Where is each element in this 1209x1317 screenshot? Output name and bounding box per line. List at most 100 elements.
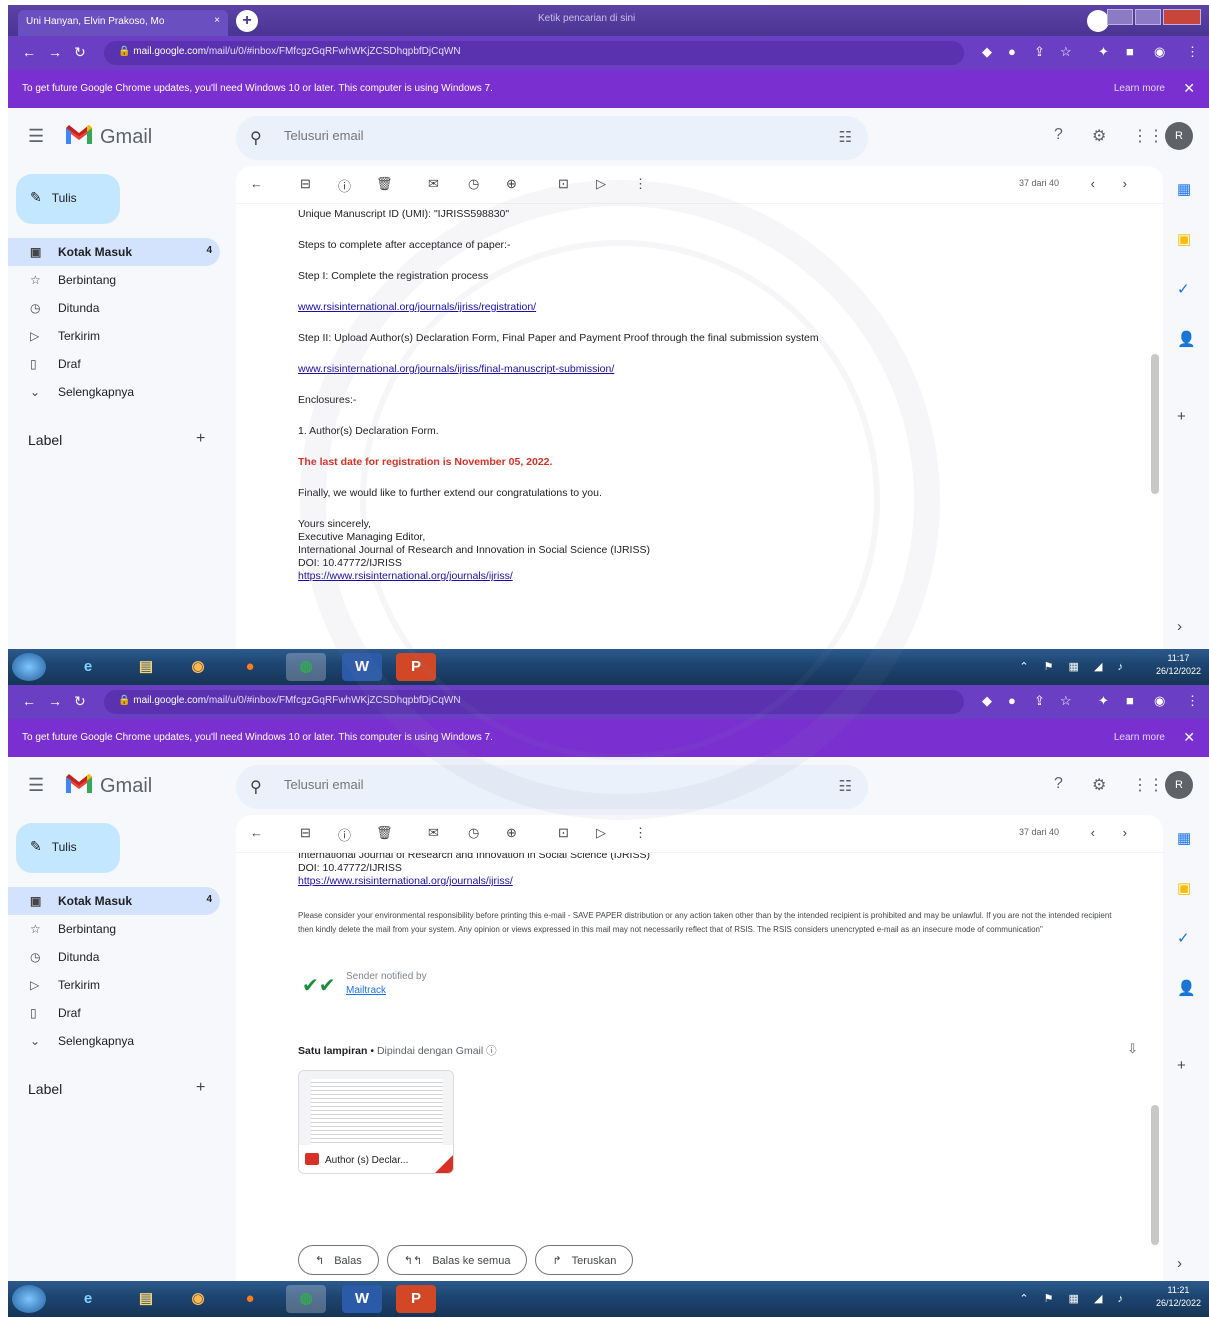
chrome-icon[interactable]: ◍: [286, 653, 326, 681]
learn-more-link[interactable]: Learn more: [1114, 83, 1165, 94]
ie-icon[interactable]: e: [68, 653, 108, 681]
forward-icon[interactable]: →: [48, 693, 62, 709]
infobar-close-icon[interactable]: ✕: [1183, 729, 1195, 746]
mark-unread-icon[interactable]: ✉: [428, 176, 439, 192]
search-input[interactable]: [284, 128, 784, 143]
reply-button[interactable]: ↰ Balas: [298, 1245, 379, 1275]
chrome-icon[interactable]: ◍: [286, 1285, 326, 1313]
extension-icon[interactable]: ●: [1008, 44, 1016, 59]
explorer-icon[interactable]: ▤: [126, 653, 166, 681]
journal-link[interactable]: https://www.rsisinternational.org/journa…: [298, 875, 513, 887]
archive-icon[interactable]: ⊟: [300, 176, 311, 192]
sidebar-item-drafts[interactable]: ▯ Draf: [8, 350, 220, 378]
bookmark-star-icon[interactable]: ☆: [1060, 44, 1072, 60]
profile-icon[interactable]: [1087, 10, 1109, 32]
compose-button[interactable]: ✎ Tulis: [16, 174, 120, 224]
add-task-icon[interactable]: ⊕: [506, 825, 517, 841]
back-icon[interactable]: ←: [22, 44, 36, 60]
start-orb-icon[interactable]: [12, 1285, 46, 1313]
extension-icon[interactable]: ◆: [982, 44, 992, 60]
sidebar-item-inbox[interactable]: ▣ Kotak Masuk 4: [8, 238, 220, 266]
chrome-menu-icon[interactable]: ⋮: [1186, 693, 1199, 709]
add-task-icon[interactable]: ⊕: [506, 176, 517, 192]
older-icon[interactable]: ‹: [1091, 176, 1095, 191]
mailtrack-link[interactable]: Mailtrack: [346, 985, 386, 996]
main-menu-icon[interactable]: ☰: [28, 775, 44, 796]
share-icon[interactable]: ⇪: [1034, 44, 1045, 60]
snooze-icon[interactable]: ◷: [468, 176, 479, 192]
account-avatar[interactable]: R: [1165, 122, 1193, 150]
label-icon[interactable]: ▷: [596, 176, 606, 192]
search-options-icon[interactable]: ☷: [839, 777, 852, 795]
calendar-icon[interactable]: ▦: [1177, 829, 1191, 847]
help-icon[interactable]: ?: [1054, 775, 1063, 793]
scrollbar-thumb[interactable]: [1151, 354, 1159, 494]
chrome-menu-icon[interactable]: ⋮: [1186, 44, 1199, 60]
attachment-card[interactable]: Author (s) Declar...: [298, 1070, 454, 1174]
reload-icon[interactable]: ↻: [74, 693, 86, 710]
back-to-inbox-icon[interactable]: ←: [250, 176, 263, 191]
ie-icon[interactable]: e: [68, 1285, 108, 1313]
delete-icon[interactable]: 🗑: [376, 176, 393, 192]
system-tray-icons[interactable]: ⌃ ⚑ ▦ ◢ ♪: [1019, 660, 1129, 673]
explorer-icon[interactable]: ▤: [126, 1285, 166, 1313]
contacts-icon[interactable]: 👤: [1177, 330, 1196, 348]
compose-button[interactable]: ✎ Tulis: [16, 823, 120, 873]
tasks-icon[interactable]: ✓: [1177, 280, 1190, 298]
gmail-logo-icon[interactable]: [64, 771, 94, 795]
word-icon[interactable]: W: [342, 1285, 382, 1313]
sidebar-item-more[interactable]: ⌄ Selengkapnya: [8, 1027, 220, 1055]
search-options-icon[interactable]: ☷: [839, 128, 852, 146]
powerpoint-icon[interactable]: P: [396, 653, 436, 681]
browser-tab[interactable]: Uni Hanyan, Elvin Prakoso, Mo ×: [18, 10, 228, 36]
profile-avatar-icon[interactable]: ◉: [1154, 693, 1165, 709]
extension-icon[interactable]: ●: [1008, 693, 1016, 708]
profile-avatar-icon[interactable]: ◉: [1154, 44, 1165, 60]
newer-icon[interactable]: ›: [1123, 825, 1127, 840]
sidebar-item-sent[interactable]: ▷ Terkirim: [8, 322, 220, 350]
reload-icon[interactable]: ↻: [74, 44, 86, 61]
more-options-icon[interactable]: ⋮: [634, 825, 647, 841]
back-to-inbox-icon[interactable]: ←: [250, 825, 263, 840]
taskbar-clock[interactable]: 11:17 26/12/2022: [1156, 652, 1201, 678]
media-icon[interactable]: ◉: [178, 1285, 218, 1313]
settings-gear-icon[interactable]: ⚙: [1092, 775, 1106, 795]
mark-unread-icon[interactable]: ✉: [428, 825, 439, 841]
minimize-button[interactable]: [1107, 9, 1133, 25]
sidebar-item-sent[interactable]: ▷ Terkirim: [8, 971, 220, 999]
tasks-icon[interactable]: ✓: [1177, 929, 1190, 947]
calendar-icon[interactable]: ▦: [1177, 180, 1191, 198]
gmail-logo-icon[interactable]: [64, 122, 94, 146]
sidebar-item-starred[interactable]: ☆ Berbintang: [8, 915, 220, 943]
final-submission-link[interactable]: www.rsisinternational.org/journals/ijris…: [298, 363, 614, 375]
sidebar-item-drafts[interactable]: ▯ Draf: [8, 999, 220, 1027]
start-orb-icon[interactable]: [12, 653, 46, 681]
search-icon[interactable]: ⚲: [250, 777, 262, 797]
window-close-button[interactable]: [1163, 9, 1201, 25]
address-bar[interactable]: 🔒 mail.google.com/mail/u/0/#inbox/FMfcgz…: [104, 41, 964, 65]
add-label-icon[interactable]: +: [196, 430, 205, 448]
extensions-puzzle-icon[interactable]: ✦: [1098, 44, 1109, 60]
maximize-button[interactable]: [1135, 9, 1161, 25]
delete-icon[interactable]: 🗑: [376, 825, 393, 841]
get-addons-icon[interactable]: +: [1177, 408, 1186, 425]
journal-link[interactable]: https://www.rsisinternational.org/journa…: [298, 570, 513, 582]
add-label-icon[interactable]: +: [196, 1079, 205, 1097]
address-bar[interactable]: 🔒 mail.google.com/mail/u/0/#inbox/FMfcgz…: [104, 690, 964, 714]
sidepanel-icon[interactable]: ■: [1126, 44, 1134, 59]
contacts-icon[interactable]: 👤: [1177, 979, 1196, 997]
search-icon[interactable]: ⚲: [250, 128, 262, 148]
extensions-puzzle-icon[interactable]: ✦: [1098, 693, 1109, 709]
word-icon[interactable]: W: [342, 653, 382, 681]
download-all-icon[interactable]: ⇩: [1127, 1041, 1138, 1057]
keep-icon[interactable]: ▣: [1177, 879, 1191, 897]
sidebar-item-starred[interactable]: ☆ Berbintang: [8, 266, 220, 294]
powerpoint-icon[interactable]: P: [396, 1285, 436, 1313]
expand-panel-icon[interactable]: ›: [1177, 618, 1182, 635]
main-menu-icon[interactable]: ☰: [28, 126, 44, 147]
search-input[interactable]: [284, 777, 784, 792]
help-icon[interactable]: ?: [1054, 126, 1063, 144]
older-icon[interactable]: ‹: [1091, 825, 1095, 840]
firefox-icon[interactable]: ●: [230, 653, 270, 681]
share-icon[interactable]: ⇪: [1034, 693, 1045, 709]
